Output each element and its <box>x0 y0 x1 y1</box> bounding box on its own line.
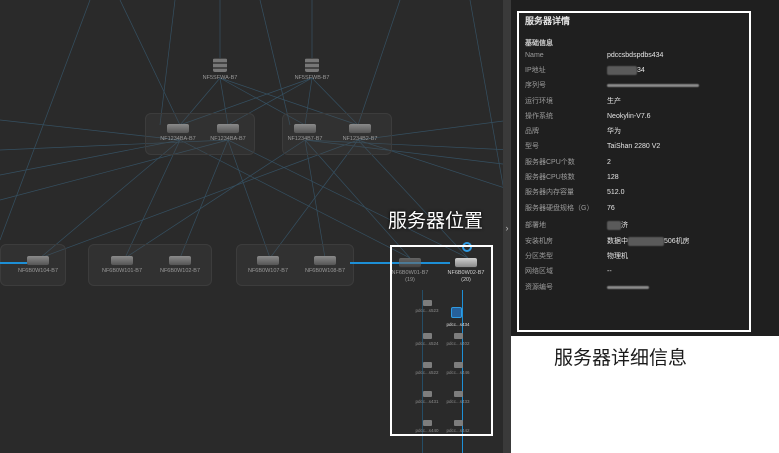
switch-icon <box>257 256 279 265</box>
core-switch-node[interactable]: NF1234BA-B7 <box>193 124 263 142</box>
redacted-value <box>607 65 637 75</box>
detail-row-env: 运行环境 生产 <box>525 98 621 105</box>
core-switch-node[interactable]: NF1234B2-B7 <box>325 124 395 142</box>
detail-caption: 服务器详细信息 <box>554 348 688 369</box>
switch-icon <box>314 256 336 265</box>
firewall-icon <box>305 58 319 72</box>
detail-row-os: 操作系统 Neokylin-V7.6 <box>525 113 651 120</box>
detail-row-serial: 序列号 <box>525 80 745 92</box>
position-caption: 服务器位置 <box>388 211 484 232</box>
switch-icon <box>167 124 189 133</box>
detail-row-cpu-cores: 服务器CPU核数 128 <box>525 174 619 181</box>
redacted-value <box>607 285 649 289</box>
detail-row-resource-id: 资源编号 <box>525 282 745 294</box>
switch-icon <box>294 124 316 133</box>
detail-row-location: 部署地 济 <box>525 220 628 230</box>
firewall-icon <box>213 58 227 72</box>
switch-icon <box>27 256 49 265</box>
detail-row-disk: 服务器硬盘规格（G） 76 <box>525 205 615 212</box>
firewall-node[interactable]: NF5SFWB-B7 <box>277 58 347 81</box>
detail-row-memory: 服务器内存容量 512.0 <box>525 189 625 196</box>
redacted-value <box>628 236 664 246</box>
detail-row-model: 型号 TaiShan 2280 V2 <box>525 143 661 150</box>
detail-row-partition: 分区类型 物理机 <box>525 253 628 260</box>
detail-row-cpu-count: 服务器CPU个数 2 <box>525 159 611 166</box>
switch-icon <box>217 124 239 133</box>
panel-title: 服务器详情 <box>525 16 571 26</box>
redacted-value <box>607 220 621 230</box>
switch-icon <box>349 124 371 133</box>
detail-row-ip: IP地址 34 <box>525 65 645 75</box>
access-switch-node[interactable]: NF6B0W102-B7 <box>145 256 215 274</box>
detail-row-room: 安装机房 数据中 506机房 <box>525 236 690 246</box>
section-title: 基础信息 <box>525 40 553 47</box>
detail-row-network-zone: 网络区域 -- <box>525 268 612 275</box>
chevron-right-icon[interactable]: › <box>504 220 510 236</box>
detail-row-name: Name pdccsbdspdbs434 <box>525 52 664 59</box>
switch-icon <box>169 256 191 265</box>
position-highlight-box <box>390 245 493 436</box>
redacted-value <box>607 83 699 87</box>
access-switch-node[interactable]: NF6B0W104-B7 <box>3 256 73 274</box>
firewall-node[interactable]: NF5SFWA-B7 <box>185 58 255 81</box>
detail-row-brand: 品牌 华为 <box>525 128 621 135</box>
access-switch-node[interactable]: NF6B0W108-B7 <box>290 256 360 274</box>
panel-collapse-rail[interactable]: › <box>503 0 511 453</box>
switch-icon <box>111 256 133 265</box>
